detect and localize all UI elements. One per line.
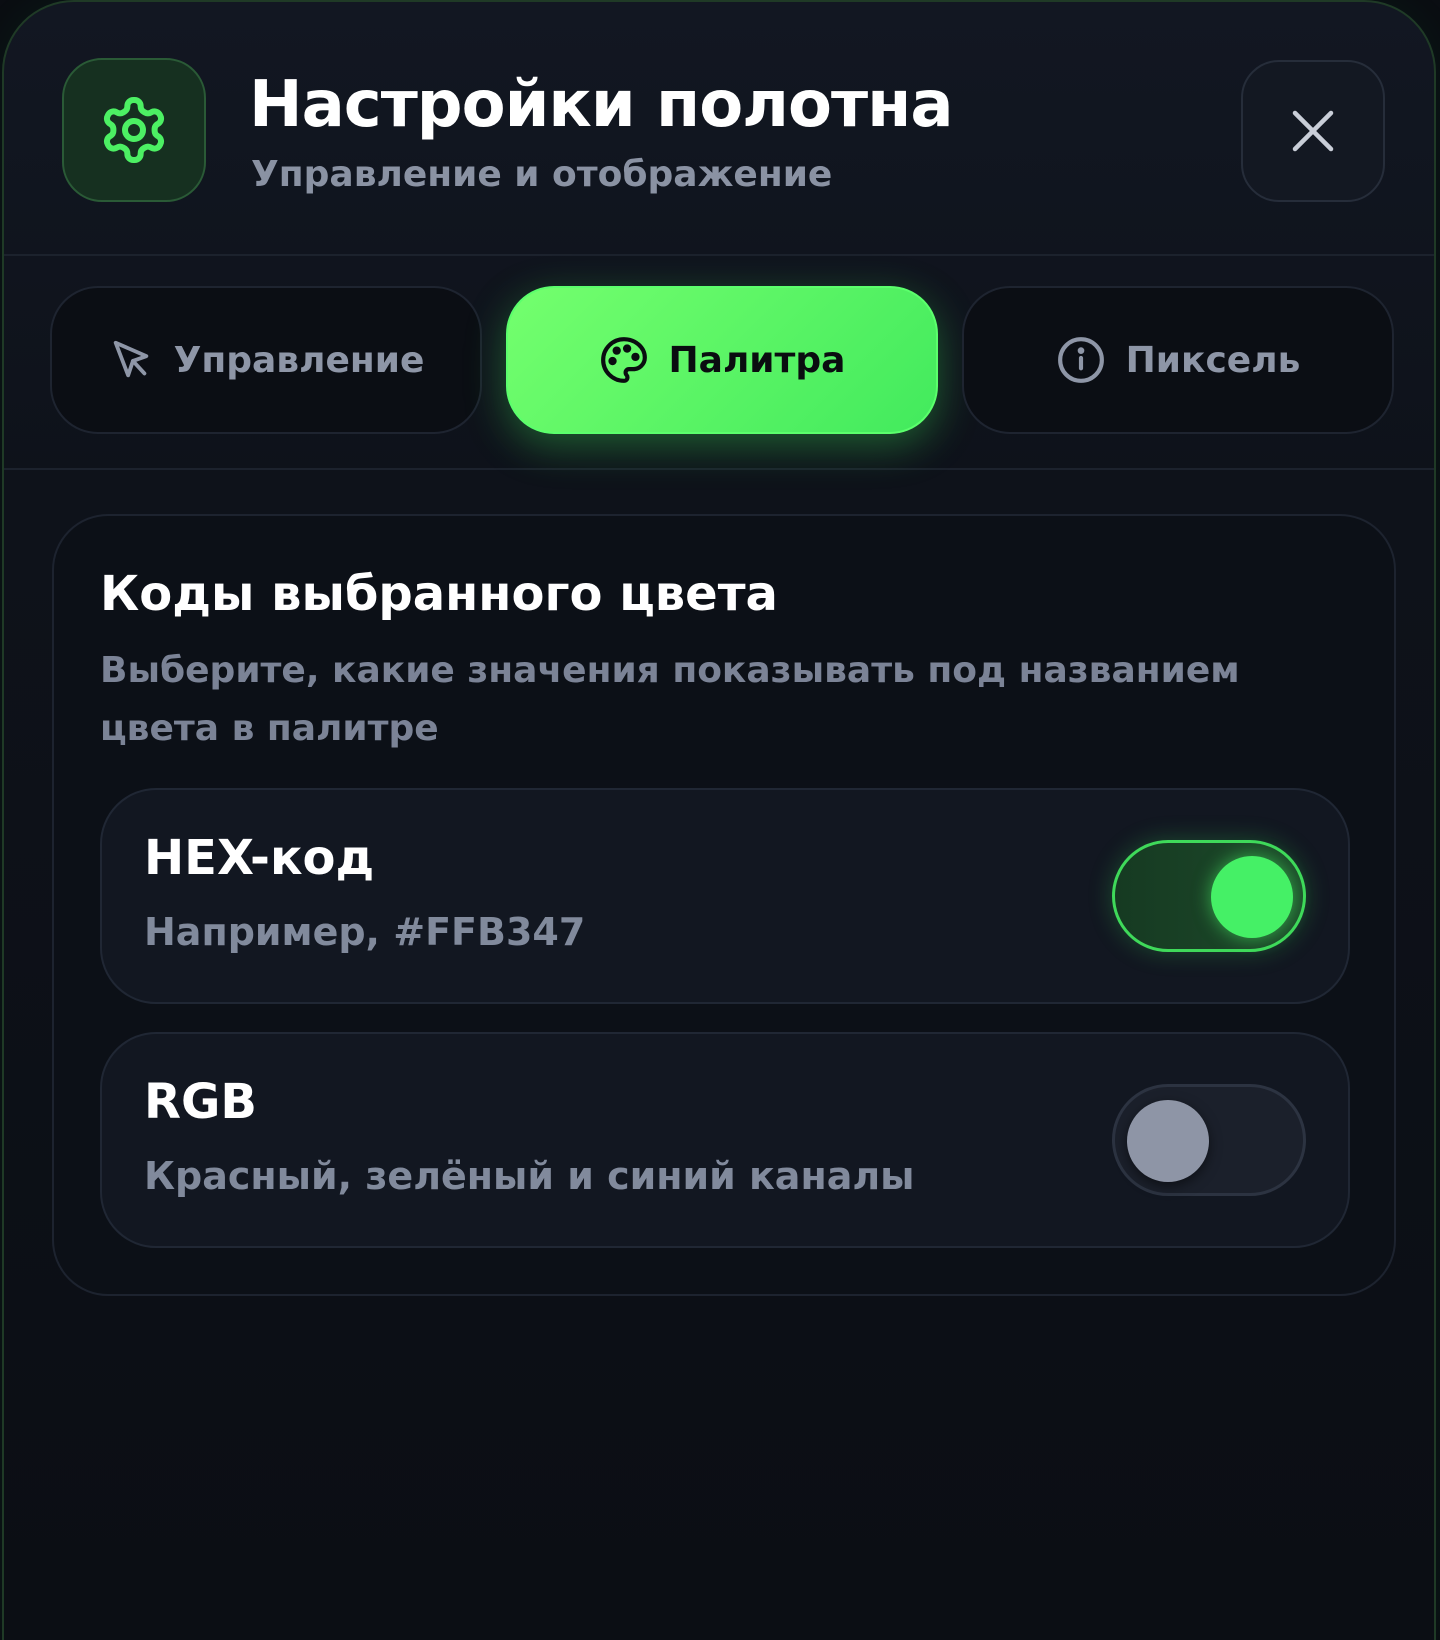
close-icon bbox=[1292, 110, 1334, 152]
cursor-icon bbox=[108, 337, 154, 383]
option-hex[interactable]: HEX-код Например, #FFB347 bbox=[100, 788, 1350, 1004]
color-codes-card: Коды выбранного цвета Выберите, какие зн… bbox=[52, 514, 1396, 1296]
option-description: Например, #FFB347 bbox=[144, 910, 586, 954]
page-title: Настройки полотна bbox=[249, 68, 953, 142]
close-button[interactable] bbox=[1241, 60, 1385, 202]
rgb-toggle[interactable] bbox=[1112, 1084, 1306, 1196]
settings-badge bbox=[62, 58, 206, 202]
section-title: Коды выбранного цвета bbox=[100, 566, 778, 622]
option-title: RGB bbox=[144, 1074, 257, 1130]
tab-controls[interactable]: Управление bbox=[50, 286, 482, 434]
option-rgb[interactable]: RGB Красный, зелёный и синий каналы bbox=[100, 1032, 1350, 1248]
panel-header: Настройки полотна Управление и отображен… bbox=[4, 2, 1434, 256]
option-title: HEX-код bbox=[144, 830, 375, 886]
tab-palette[interactable]: Палитра bbox=[506, 286, 938, 434]
section-description: Выберите, какие значения показывать под … bbox=[100, 650, 1240, 749]
toggle-knob bbox=[1127, 1100, 1209, 1182]
info-icon bbox=[1056, 335, 1106, 385]
tab-label: Палитра bbox=[668, 339, 846, 381]
canvas-settings-panel: Настройки полотна Управление и отображен… bbox=[2, 0, 1436, 1640]
hex-toggle[interactable] bbox=[1112, 840, 1306, 952]
page-subtitle: Управление и отображение bbox=[251, 154, 833, 195]
toggle-knob bbox=[1211, 856, 1293, 938]
tabs-bar: Управление Палитра Пиксель bbox=[4, 254, 1434, 470]
tab-pixel[interactable]: Пиксель bbox=[962, 286, 1394, 434]
gear-icon bbox=[103, 97, 165, 163]
option-description: Красный, зелёный и синий каналы bbox=[144, 1154, 915, 1198]
tab-label: Управление bbox=[173, 339, 425, 381]
palette-icon bbox=[599, 335, 649, 385]
tab-label: Пиксель bbox=[1125, 339, 1301, 381]
